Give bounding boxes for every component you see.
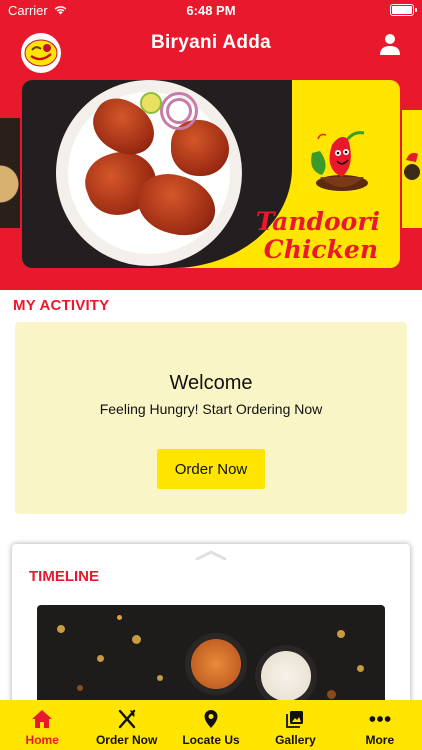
nav-more-label: More [365, 733, 395, 747]
status-bar: Carrier 6:48 PM [0, 0, 422, 22]
app-title: Biryani Adda [150, 32, 272, 53]
app-screen: Carrier 6:48 PM Biryani Adda Tandoori Ch… [0, 0, 422, 750]
gallery-icon [284, 709, 306, 729]
nav-order-now[interactable]: Order Now [84, 700, 168, 750]
user-profile-button[interactable] [376, 30, 404, 58]
nav-gallery-label: Gallery [275, 733, 316, 747]
bottom-nav: Home Order Now Locate Us Gallery More [0, 700, 422, 750]
clock: 6:48 PM [186, 3, 236, 18]
chili-mascot-icon [311, 131, 368, 191]
user-icon [380, 34, 400, 55]
my-activity-heading: MY ACTIVITY [13, 297, 110, 314]
nav-more[interactable]: More [338, 700, 422, 750]
carousel-next-slide[interactable] [402, 110, 422, 228]
welcome-subtitle: Feeling Hungry! Start Ordering Now [99, 401, 323, 417]
location-pin-icon [200, 709, 222, 729]
food-plate-image [56, 80, 242, 266]
nav-home-label: Home [25, 733, 59, 747]
carousel-prev-slide[interactable] [0, 118, 20, 228]
nav-order-now-label: Order Now [95, 733, 158, 747]
slide-title-line1: Tandoori [255, 207, 380, 236]
nav-home[interactable]: Home [0, 700, 84, 750]
nav-gallery[interactable]: Gallery [253, 700, 337, 750]
slide-title-line2: Chicken [263, 235, 378, 264]
nav-locate-us-label: Locate Us [182, 733, 240, 747]
chevron-up-icon[interactable] [195, 550, 227, 560]
carousel-slide-tandoori-chicken[interactable]: Tandoori Chicken [22, 80, 400, 268]
fork-knife-icon [116, 709, 138, 729]
timeline-heading: TIMELINE [29, 568, 99, 585]
nav-locate-us[interactable]: Locate Us [169, 700, 253, 750]
home-icon [31, 709, 53, 729]
activity-card: Welcome Feeling Hungry! Start Ordering N… [15, 322, 407, 514]
header: Carrier 6:48 PM Biryani Adda Tandoori Ch… [0, 0, 422, 290]
more-dots-icon [369, 709, 391, 729]
order-now-button[interactable]: Order Now [157, 449, 265, 489]
welcome-title: Welcome [169, 372, 253, 394]
battery-icon [390, 4, 417, 16]
